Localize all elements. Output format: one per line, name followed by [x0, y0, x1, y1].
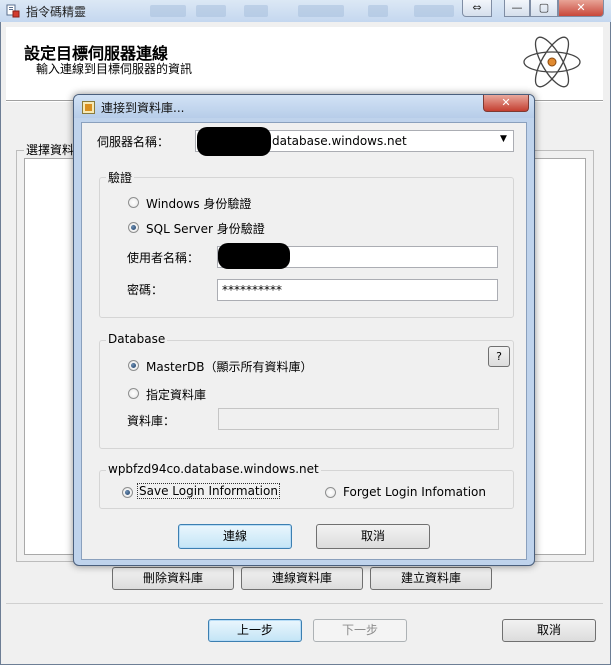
- database-input[interactable]: [218, 408, 499, 430]
- masterdb-radio[interactable]: [128, 360, 139, 371]
- authentication-group-label: 驗證: [106, 169, 135, 186]
- back-button[interactable]: 上一步: [208, 619, 302, 642]
- app-icon: [6, 4, 20, 18]
- save-login-label[interactable]: Save Login Information: [137, 483, 280, 499]
- dialog-close-button[interactable]: ✕: [483, 95, 529, 112]
- redacted-username: [218, 243, 290, 269]
- forget-login-radio[interactable]: [325, 487, 336, 498]
- next-button[interactable]: 下一步: [313, 619, 407, 642]
- masterdb-label[interactable]: MasterDB（顯示所有資料庫）: [146, 358, 312, 375]
- server-name-label: 伺服器名稱：: [97, 135, 170, 149]
- chevron-down-icon[interactable]: ▼: [500, 134, 507, 144]
- create-database-button[interactable]: 建立資料庫: [370, 567, 492, 590]
- sql-auth-radio[interactable]: [128, 222, 139, 233]
- background-tab: [368, 5, 388, 17]
- connect-database-button[interactable]: 連線資料庫: [241, 567, 363, 590]
- background-tab: [196, 5, 226, 17]
- windows-auth-radio[interactable]: [128, 197, 139, 208]
- server-name-value: database.windows.net: [272, 134, 407, 148]
- redacted-server-prefix: [197, 127, 271, 156]
- dialog-cancel-button[interactable]: 取消: [316, 524, 430, 549]
- maximize-button[interactable]: ▢: [530, 0, 558, 17]
- save-login-radio[interactable]: [122, 487, 133, 498]
- username-label: 使用者名稱：: [127, 251, 200, 265]
- database-label: 資料庫：: [127, 414, 176, 428]
- footer-divider: [6, 603, 603, 604]
- password-input[interactable]: **********: [217, 279, 498, 301]
- close-button[interactable]: ✕: [558, 0, 604, 17]
- dialog-app-icon: [82, 101, 95, 114]
- dialog-title: 連接到資料庫...: [101, 101, 185, 115]
- window-title: 指令碼精靈: [26, 5, 87, 19]
- cancel-button[interactable]: 取消: [502, 619, 596, 642]
- atom-icon: [523, 36, 581, 88]
- connect-button[interactable]: 連線: [178, 524, 292, 549]
- forget-login-label[interactable]: Forget Login Infomation: [343, 485, 486, 499]
- background-tab: [414, 5, 454, 17]
- database-group-label: Database: [106, 332, 168, 346]
- password-label: 密碼：: [127, 283, 164, 297]
- snap-button[interactable]: ⇔: [462, 0, 492, 17]
- windows-auth-label[interactable]: Windows 身份驗證: [146, 195, 251, 212]
- help-button[interactable]: ?: [488, 346, 510, 367]
- specify-db-radio[interactable]: [128, 388, 139, 399]
- specify-db-label[interactable]: 指定資料庫: [146, 386, 206, 403]
- background-tab: [244, 5, 268, 17]
- page-subtitle: 輸入連線到目標伺服器的資訊: [36, 62, 193, 76]
- select-database-label: 選擇資料: [24, 141, 77, 158]
- minimize-button[interactable]: —: [504, 0, 530, 17]
- delete-database-button[interactable]: 刪除資料庫: [112, 567, 234, 590]
- background-tab: [150, 5, 186, 17]
- saved-login-group-label: wpbfzd94co.database.windows.net: [106, 462, 321, 476]
- sql-auth-label[interactable]: SQL Server 身份驗證: [146, 220, 265, 237]
- background-tab: [298, 5, 344, 17]
